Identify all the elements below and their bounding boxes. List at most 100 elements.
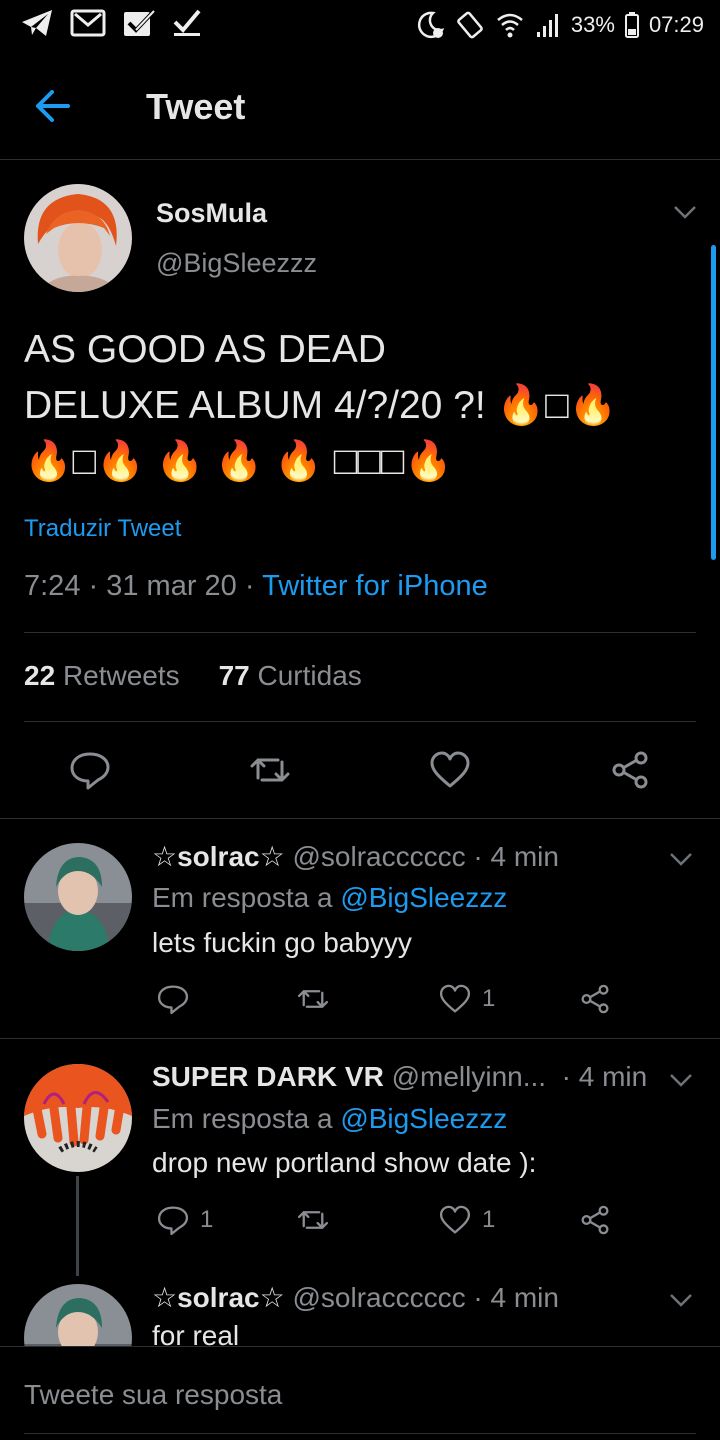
tweet-text-line-1: AS GOOD AS DEAD [24, 328, 386, 371]
tweet-stats: 22 Retweets 77 Curtidas [24, 660, 362, 692]
reply-menu-button[interactable] [668, 1071, 694, 1089]
like-button[interactable] [428, 748, 472, 792]
divider [24, 721, 696, 722]
author-name[interactable]: SosMula [156, 198, 267, 229]
reply-context-prefix: Em resposta a [152, 1103, 333, 1134]
retweets-stat[interactable]: 22 Retweets [24, 660, 180, 691]
heart-icon [439, 984, 471, 1013]
reply-menu-button[interactable] [668, 1291, 694, 1309]
reply-time: 4 min [578, 1061, 648, 1092]
battery-label: 33% [570, 12, 615, 37]
reply-author-name[interactable]: ☆solrac☆ [152, 841, 285, 872]
back-button[interactable] [30, 84, 80, 128]
likes-count: 77 [218, 660, 250, 691]
reply-action-share[interactable] [578, 1203, 612, 1237]
translate-tweet-link[interactable]: Traduzir Tweet [24, 515, 181, 543]
reply-action-like[interactable]: 1 [438, 982, 495, 1016]
chevron-down-icon [670, 1074, 692, 1087]
reply-action-like[interactable]: 1 [438, 1203, 495, 1237]
meta-dot: · [244, 570, 263, 602]
reply-action-reply[interactable] [156, 982, 200, 1016]
reply-button[interactable] [68, 748, 112, 792]
reply-to-link[interactable]: @BigSleezzz [340, 882, 507, 913]
author-handle[interactable]: @BigSleezzz [156, 248, 317, 279]
reply-header: ☆solrac☆ @solracccccc · 4 min [152, 1281, 559, 1314]
battery-icon [624, 12, 639, 38]
like-count: 1 [482, 1206, 496, 1233]
retweet-icon [297, 1211, 329, 1229]
reply-input[interactable]: Tweete sua resposta [24, 1379, 282, 1411]
reply-time: 4 min [490, 841, 559, 872]
reply-composer: Tweete sua resposta [0, 1346, 720, 1440]
dnd-icon [415, 10, 445, 40]
thread-connector [76, 1176, 79, 1276]
reply-context: Em resposta a @BigSleezzz [152, 1103, 507, 1135]
reply-avatar[interactable] [24, 1064, 132, 1172]
status-right-icons: 33% 07:29 [415, 10, 704, 40]
reply-action-retweet[interactable] [296, 982, 330, 1016]
divider [24, 632, 696, 633]
tweet-date: 31 mar 20 [106, 570, 237, 602]
reply-menu-button[interactable] [668, 850, 694, 868]
reply-context-prefix: Em resposta a [152, 882, 333, 913]
reply-icon [157, 985, 189, 1015]
tweet-source-link[interactable]: Twitter for iPhone [262, 570, 488, 602]
reply-icon [70, 752, 110, 790]
meta-dot: · [473, 841, 483, 872]
meta-dot: · [88, 570, 107, 602]
author-avatar[interactable] [24, 184, 132, 292]
reply-author-handle[interactable]: @solracccccc [292, 841, 465, 872]
reply-author-name[interactable]: SUPER DARK VR [152, 1061, 384, 1092]
composer-underline [24, 1433, 696, 1434]
meta-dot: · [473, 1282, 483, 1313]
reply-author-handle[interactable]: @solracccccc [292, 1282, 465, 1313]
checkmark-icon [172, 8, 202, 38]
reply-action-share[interactable] [578, 982, 612, 1016]
heart-icon [439, 1205, 471, 1234]
likes-label: Curtidas [257, 660, 362, 691]
reply-header: SUPER DARK VR @mellyinn... · 4 min [152, 1061, 647, 1093]
reply-action-retweet[interactable] [296, 1203, 330, 1237]
likes-stat[interactable]: 77 Curtidas [219, 660, 362, 691]
reply-author-handle[interactable]: @mellyinn... [392, 1061, 546, 1092]
retweets-count: 22 [24, 660, 56, 691]
reply-action-reply[interactable]: 1 [156, 1203, 213, 1237]
tweet-time: 7:24 [24, 570, 81, 602]
signal-icon [535, 10, 561, 40]
gmail-icon [70, 8, 106, 38]
share-icon [581, 984, 609, 1014]
divider [0, 1038, 720, 1039]
retweet-button[interactable] [248, 748, 292, 792]
chevron-down-icon [670, 853, 692, 866]
tweet-menu-button[interactable] [672, 202, 698, 222]
check-box-icon [122, 8, 156, 38]
reply-to-link[interactable]: @BigSleezzz [340, 1103, 507, 1134]
reply-time: 4 min [490, 1282, 559, 1313]
reply-text: lets fuckin go babyyy [152, 927, 412, 958]
tweet-meta: 7:24 · 31 mar 20 · Twitter for iPhone [24, 570, 488, 603]
retweet-icon [297, 990, 329, 1008]
top-app-bar: Tweet [0, 54, 720, 160]
retweet-icon [250, 758, 290, 782]
heart-icon [430, 751, 470, 788]
meta-dot: · [553, 1061, 571, 1092]
reply-icon [157, 1206, 189, 1236]
reply-text: drop new portland show date ): [152, 1147, 537, 1178]
tweet-text-line-3: 🔥□🔥 🔥 🔥 🔥 □□□🔥 [24, 440, 453, 483]
chevron-down-icon [674, 206, 696, 219]
page-title: Tweet [146, 86, 246, 127]
scrollbar[interactable] [711, 245, 716, 560]
tweet-text-line-2: DELUXE ALBUM 4/?/20 ?! 🔥□🔥 [24, 384, 618, 427]
reply-avatar[interactable] [24, 843, 132, 951]
retweets-label: Retweets [62, 660, 180, 691]
share-button[interactable] [608, 748, 652, 792]
tweet-text: AS GOOD AS DEAD DELUXE ALBUM 4/?/20 ?! 🔥… [24, 322, 694, 490]
chevron-down-icon [670, 1294, 692, 1307]
telegram-icon [20, 8, 54, 38]
reply-count: 1 [200, 1206, 214, 1233]
clock: 07:29 [648, 12, 704, 37]
like-count: 1 [482, 985, 496, 1012]
reply-author-name[interactable]: ☆solrac☆ [152, 1282, 285, 1313]
share-icon [612, 751, 648, 789]
share-icon [581, 1205, 609, 1235]
